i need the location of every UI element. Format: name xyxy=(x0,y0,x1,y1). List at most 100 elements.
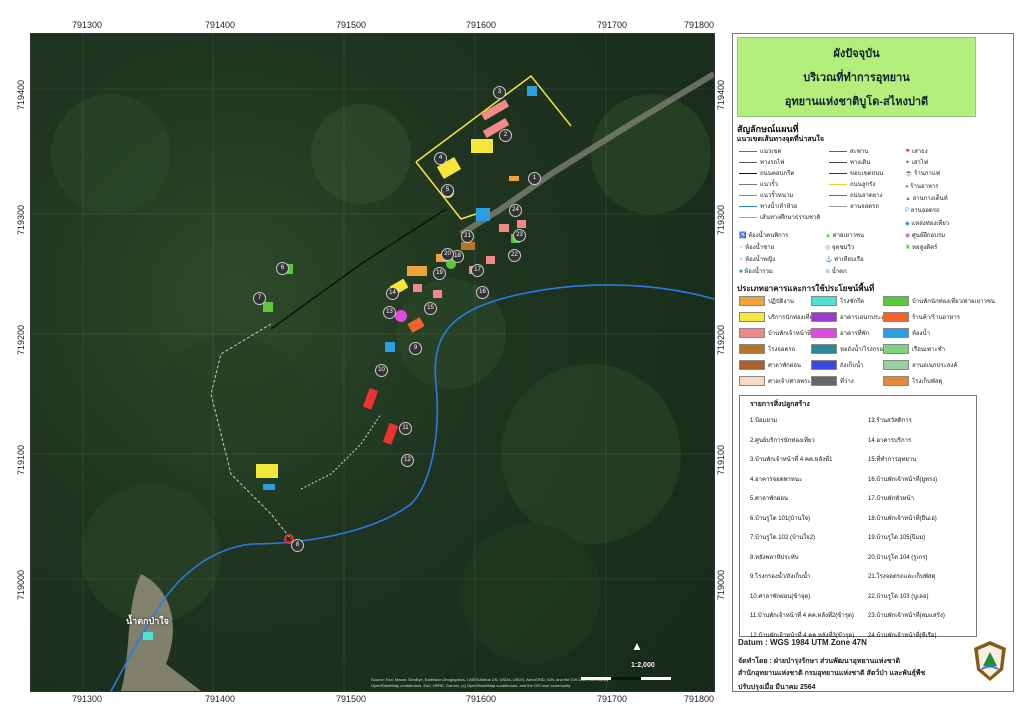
building-number-marker[interactable]: 5 xyxy=(441,184,454,197)
x-tick: 791600 xyxy=(466,20,497,30)
x-tick: 791500 xyxy=(336,20,367,30)
park-logo-icon xyxy=(974,641,1006,681)
building-number-marker[interactable]: 9 xyxy=(409,342,422,355)
building-type-label: โรงเก็บพัสดุ xyxy=(912,379,943,385)
list-item: 11.บ้านพักเจ้าหน้าที่ 4 คค.หลังที่2(ข้าร… xyxy=(750,613,854,619)
line-symbol-label: ถนนคอนกรีต xyxy=(760,171,795,177)
y-tick: 719000 xyxy=(16,569,26,600)
building-number-marker[interactable]: 11 xyxy=(399,422,412,435)
facility-symbol-label: ค่ายเยาวชน xyxy=(832,233,864,239)
line-symbol-label: ขอบเขตถนน xyxy=(850,171,884,177)
tent-icon: ▲ xyxy=(905,196,913,202)
point-symbol-label: ลานจอดรถ xyxy=(910,208,940,214)
viewpoint-icon: ◎ xyxy=(825,245,832,251)
building-list: รายการสิ่งปลูกสร้าง 1.ป้อมยาม 2.ศูนย์บริ… xyxy=(739,395,977,639)
list-item: 4.อาคารจอดพาหนะ xyxy=(750,476,803,483)
building-number-marker[interactable]: 4 xyxy=(434,152,447,165)
building-number-marker[interactable]: 21 xyxy=(461,230,474,243)
facility-symbol-label: ห้องน้ำชาย xyxy=(745,245,775,251)
building-number-marker[interactable]: 23 xyxy=(513,229,526,242)
flag-icon: ⚑ xyxy=(905,149,913,155)
waterfall-icon: ≋ xyxy=(825,269,832,275)
building-number-marker[interactable]: 14 xyxy=(386,287,399,300)
legend-panel: ผังปัจจุบัน บริเวณที่ทำการอุทยาน อุทยานแ… xyxy=(732,33,1014,692)
line-symbol-label: ทางเดิน xyxy=(850,160,871,166)
building-number-marker[interactable]: 12 xyxy=(401,454,414,467)
training-icon: ◉ xyxy=(905,233,912,239)
building-number-marker[interactable]: 3 xyxy=(493,86,506,99)
building-number-marker[interactable]: 1 xyxy=(528,172,541,185)
line-symbol-label: ทางน้ำ/ลำห้วย xyxy=(760,204,798,210)
building-type-label: ศาลาพักผ่อน xyxy=(768,363,802,369)
point-symbol-label: แหล่งท่องเที่ยว xyxy=(911,221,950,227)
building-number-marker[interactable]: 13 xyxy=(383,306,396,319)
x-tick-bottom: 791700 xyxy=(597,694,628,704)
y-tick: 719300 xyxy=(16,204,26,235)
x-tick-bottom: 791600 xyxy=(466,694,497,704)
building-number-marker[interactable]: 19 xyxy=(433,267,446,280)
building-number-marker[interactable]: 15 xyxy=(424,302,437,315)
building-type-label: ที่ว่าง xyxy=(840,379,854,385)
coffee-icon: ☕ xyxy=(905,171,915,177)
datum: Datum : WGS 1984 UTM Zone 47N xyxy=(738,638,867,647)
building-number-marker[interactable]: 20 xyxy=(441,248,454,261)
x-tick: 791700 xyxy=(597,20,628,30)
facility-symbol-label: ห้องน้ำหญิง xyxy=(745,257,776,263)
line-symbol-label: แนวรั้วหนาม xyxy=(760,193,794,199)
tower-icon: ♜ xyxy=(905,245,913,251)
point-symbol-label: เสาไฟ xyxy=(911,160,929,166)
building-number-marker[interactable]: 8 xyxy=(291,539,304,552)
building-number-marker[interactable]: 10 xyxy=(375,364,388,377)
list-item: 1.ป้อมยาม xyxy=(750,418,778,424)
point-symbol-label: ร้านอาหาร xyxy=(910,184,939,190)
building-number-marker[interactable]: 6 xyxy=(276,262,289,275)
list-item: 16.บ้านพักเจ้าหน้าที่(ยูทรง) xyxy=(868,476,938,483)
map-overlay xyxy=(31,34,714,691)
list-item: 20.บ้านรูโด 104 (รูเกร) xyxy=(868,554,928,561)
map-title-2: บริเวณที่ทำการอุทยาน xyxy=(803,72,910,84)
list-item: 23.บ้านพักเจ้าหน้าที่(สมแสร้ง) xyxy=(868,613,945,619)
building-type-label: บริการนักท่องเที่ยว xyxy=(768,315,817,321)
building-number-marker[interactable]: 16 xyxy=(476,286,489,299)
accessible-toilet-icon: ♿ xyxy=(739,233,749,239)
list-item: 5.ศาลาพักผ่อน xyxy=(750,496,789,502)
y-tick: 719100 xyxy=(16,444,26,475)
list-item: 14.อาคารบริการ xyxy=(868,437,912,444)
scale-label: 1:2,000 xyxy=(631,662,655,669)
waterfall-label: น้ำตกป่าใจ xyxy=(126,616,169,626)
point-symbol-label: ร้านกาแฟ xyxy=(914,171,940,177)
y-tick: 719200 xyxy=(16,324,26,355)
list-item: 10.ศาลาพักผ่อน(ข้าจุด) xyxy=(750,593,811,600)
y-tick: 719400 xyxy=(16,79,26,110)
list-item: 6.บ้านรูโด 101(บ้านใจ) xyxy=(750,515,811,522)
point-symbol-label: ศูนย์ฝึกอบรม xyxy=(911,233,946,239)
y-tick-right: 719000 xyxy=(716,569,726,600)
line-symbol-label: ถนนลาดยาง xyxy=(850,193,883,199)
building-number-marker[interactable]: 24 xyxy=(509,204,522,217)
building-number-marker[interactable]: 17 xyxy=(471,264,484,277)
list-item: 9.โรงกรองน้ำ/ถังเก็บน้ำ xyxy=(750,574,811,580)
nature-trail xyxy=(300,413,382,490)
building-type-label: ลานอเนกประสงค์ xyxy=(912,363,958,369)
y-tick-right: 719200 xyxy=(716,324,726,355)
facility-symbol-label: ห้องน้ำคนพิการ xyxy=(748,233,789,239)
building-type-label: ร้านค้า/ร้านอาหาร xyxy=(912,315,960,321)
lamp-icon: ✦ xyxy=(905,160,912,166)
building-number-marker[interactable]: 2 xyxy=(499,129,512,142)
list-item: 18.บ้านพักเจ้าหน้าที่(ยืนเอ) xyxy=(868,515,937,522)
map-title-box: ผังปัจจุบัน บริเวณที่ทำการอุทยาน อุทยานแ… xyxy=(737,37,976,117)
x-tick-bottom: 791500 xyxy=(336,694,367,704)
building-type-label: ห้องน้ำ xyxy=(912,331,930,337)
map-title-1: ผังปัจจุบัน xyxy=(833,48,880,60)
building-number-marker[interactable]: 22 xyxy=(508,249,521,262)
building-type-label: เรือนเพาะชำ xyxy=(912,347,946,353)
building-type-label: บ้านพักนักท่องเที่ยว/ค่ายเยาวชน xyxy=(912,299,996,305)
satellite-map[interactable]: น้ำตกป่าใจ 1:2,000 ▲ Source: Esri, Maxar… xyxy=(30,33,715,692)
line-symbol-label: เส้นทางศึกษาธรรมชาติ xyxy=(760,215,821,221)
map-credits-2: OpenStreetMap contributors, Esri, HERE, … xyxy=(371,683,571,688)
x-tick: 791400 xyxy=(205,20,236,30)
facility-symbol-label: น้ำตก xyxy=(831,269,847,275)
north-arrow-icon: ▲ xyxy=(631,639,643,653)
building-number-marker[interactable]: 7 xyxy=(253,292,266,305)
list-item: 21.โรงจอดรถและเก็บพัสดุ xyxy=(868,574,936,580)
